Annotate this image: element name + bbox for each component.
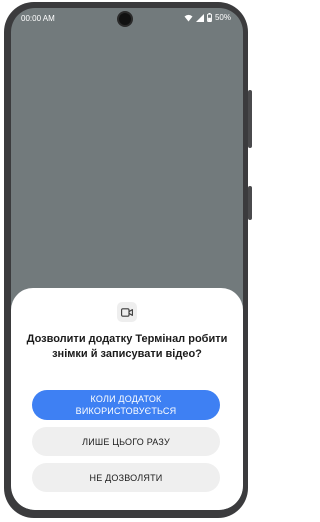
wifi-icon — [184, 14, 193, 21]
allow-once-label: ЛИШЕ ЦЬОГО РАЗУ — [82, 436, 170, 447]
status-bar: 00:00 AM 50% — [11, 8, 243, 30]
status-icons: 50% — [184, 13, 231, 22]
signal-icon — [195, 13, 204, 22]
deny-button[interactable]: НЕ ДОЗВОЛЯТИ — [32, 463, 220, 492]
front-camera — [119, 13, 131, 25]
volume-button — [248, 90, 252, 148]
deny-label: НЕ ДОЗВОЛЯТИ — [89, 472, 163, 483]
battery-icon — [207, 13, 212, 22]
allow-while-using-button[interactable]: КОЛИ ДОДАТОК ВИКОРИСТОВУЄТЬСЯ — [32, 390, 220, 420]
allow-once-button[interactable]: ЛИШЕ ЦЬОГО РАЗУ — [32, 427, 220, 456]
permission-dialog: Дозволити додатку Термінал робити знімки… — [11, 288, 243, 510]
power-button — [248, 186, 252, 220]
battery-percent: 50% — [214, 13, 231, 22]
screen: 00:00 AM 50% Дозволити додатку Термінал — [11, 8, 243, 510]
video-camera-icon — [117, 302, 137, 322]
allow-while-using-label: КОЛИ ДОДАТОК ВИКОРИСТОВУЄТЬСЯ — [75, 394, 177, 416]
dialog-title: Дозволити додатку Термінал робити знімки… — [26, 333, 228, 360]
status-time: 00:00 AM — [21, 14, 55, 23]
